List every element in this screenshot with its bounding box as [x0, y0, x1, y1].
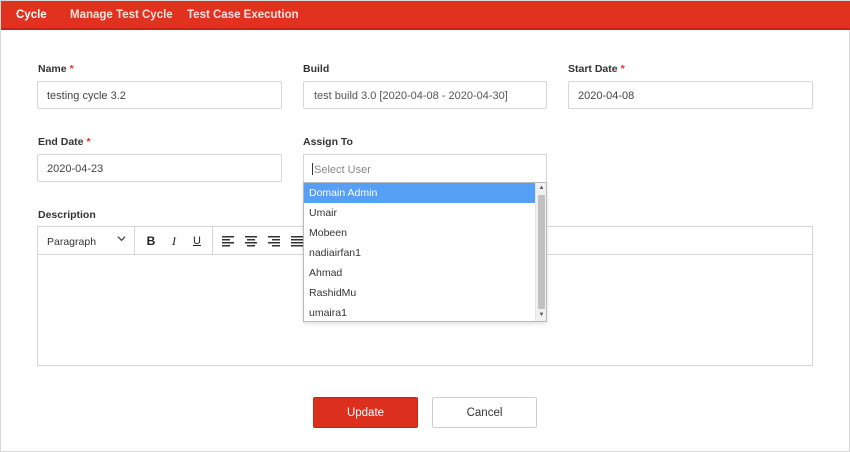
- start-date-label: Start Date *: [568, 63, 625, 75]
- build-label-text: Build: [303, 63, 330, 75]
- tab-test-case-execution[interactable]: Test Case Execution: [187, 9, 299, 21]
- user-option-domain-admin[interactable]: Domain Admin: [304, 183, 535, 203]
- assign-to-label-text: Assign To: [303, 136, 353, 148]
- toolbar-divider: [212, 227, 213, 254]
- user-option-umaira1[interactable]: umaira1: [304, 303, 535, 321]
- align-left-icon[interactable]: [218, 231, 238, 251]
- assign-to-placeholder: Select User: [314, 164, 371, 176]
- underline-icon[interactable]: U: [187, 231, 207, 251]
- required-mark: *: [86, 136, 91, 148]
- assign-to-dropdown[interactable]: Domain Admin Umair Mobeen nadiairfan1 Ah…: [303, 182, 547, 322]
- bold-icon[interactable]: B: [141, 231, 161, 251]
- start-date-input[interactable]: 2020-04-08: [568, 81, 813, 109]
- end-date-label-text: End Date: [38, 136, 84, 148]
- align-center-icon[interactable]: [241, 231, 261, 251]
- description-label-text: Description: [38, 209, 96, 221]
- name-label-text: Name: [38, 63, 67, 75]
- end-date-input[interactable]: 2020-04-23: [37, 154, 282, 182]
- top-nav: Cycle Manage Test Cycle Test Case Execut…: [1, 1, 850, 30]
- chevron-down-icon: [117, 234, 126, 246]
- name-input[interactable]: testing cycle 3.2: [37, 81, 282, 109]
- description-label: Description: [38, 209, 96, 221]
- required-mark: *: [69, 63, 74, 75]
- required-mark: *: [620, 63, 625, 75]
- align-right-icon[interactable]: [264, 231, 284, 251]
- build-label: Build: [303, 63, 329, 75]
- user-option-mobeen[interactable]: Mobeen: [304, 223, 535, 243]
- scrollbar-thumb[interactable]: [538, 195, 545, 309]
- cancel-button[interactable]: Cancel: [432, 397, 537, 428]
- scroll-down-arrow-icon[interactable]: ▼: [536, 310, 546, 321]
- name-label: Name *: [38, 63, 74, 75]
- italic-icon[interactable]: I: [164, 231, 184, 251]
- paragraph-format-value: Paragraph: [47, 236, 97, 248]
- start-date-label-text: Start Date: [568, 63, 618, 75]
- paragraph-format-select[interactable]: Paragraph: [38, 227, 135, 254]
- end-date-label: End Date *: [38, 136, 91, 148]
- dropdown-scrollbar[interactable]: ▲ ▼: [535, 183, 546, 321]
- tab-cycle[interactable]: Cycle: [16, 9, 47, 21]
- user-option-umair[interactable]: Umair: [304, 203, 535, 223]
- assign-to-label: Assign To: [303, 136, 353, 148]
- user-option-ahmad[interactable]: Ahmad: [304, 263, 535, 283]
- update-button[interactable]: Update: [313, 397, 418, 428]
- text-caret: [312, 163, 313, 175]
- user-option-rashidmu[interactable]: RashidMu: [304, 283, 535, 303]
- tab-manage-test-cycle[interactable]: Manage Test Cycle: [70, 9, 173, 21]
- user-option-nadiairfan1[interactable]: nadiairfan1: [304, 243, 535, 263]
- scroll-up-arrow-icon[interactable]: ▲: [536, 183, 546, 194]
- build-select[interactable]: test build 3.0 [2020-04-08 - 2020-04-30]: [303, 81, 547, 109]
- assign-to-input[interactable]: Select User: [303, 154, 547, 182]
- page-frame: Cycle Manage Test Cycle Test Case Execut…: [0, 0, 850, 452]
